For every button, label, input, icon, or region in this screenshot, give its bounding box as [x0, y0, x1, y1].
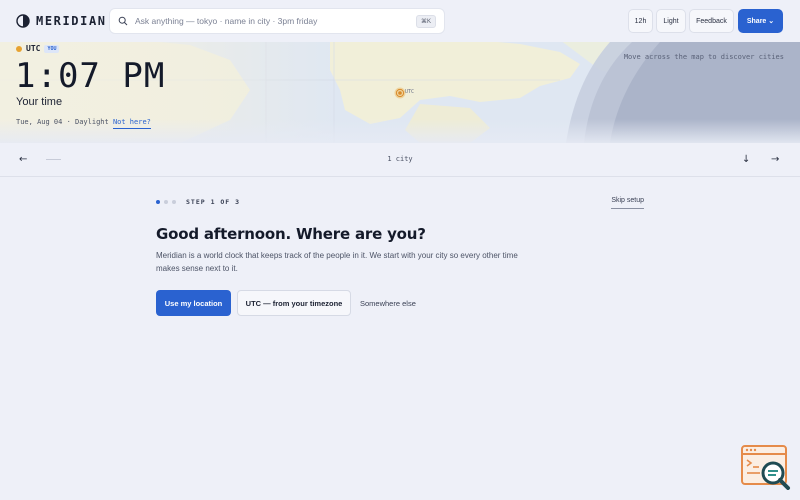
city-strip: ← 1 city ↓ → — [0, 143, 800, 177]
hour-format-button[interactable]: 12h — [628, 9, 653, 33]
use-my-location-button[interactable]: Use my location — [156, 290, 231, 316]
onboarding-actions: Use my location UTC — from your timezone… — [156, 290, 644, 316]
marker-label: UTC — [405, 89, 415, 95]
onboarding-heading: Good afternoon. Where are you? — [156, 225, 426, 243]
arrow-down-icon[interactable]: ↓ — [742, 154, 750, 165]
feedback-button[interactable]: Feedback — [689, 9, 734, 33]
somewhere-else-button[interactable]: Somewhere else — [357, 290, 419, 316]
date-line: Tue, Aug 04 · Daylight Not here? — [16, 118, 151, 129]
timezone-name: UTC — [26, 44, 41, 53]
browser-search-icon[interactable] — [740, 444, 792, 490]
onboarding-description: Meridian is a world clock that keeps tra… — [156, 251, 518, 273]
arrow-right-icon[interactable]: → — [771, 154, 779, 165]
step-indicator: STEP 1 OF 3 — [156, 196, 644, 208]
share-button[interactable]: Share ⌄ — [738, 9, 783, 33]
search-input[interactable] — [135, 16, 416, 26]
app-logo[interactable]: MERIDIAN — [16, 13, 107, 29]
use-utc-button[interactable]: UTC — from your timezone — [237, 290, 351, 316]
search-icon — [118, 16, 128, 26]
you-badge: YOU — [44, 44, 60, 53]
date-text: Tue, Aug 04 · Daylight — [16, 118, 109, 126]
step-dot-1 — [156, 200, 160, 204]
half-circle-icon — [16, 14, 30, 28]
map-hint: Move across the map to discover cities — [623, 53, 784, 61]
search-bar[interactable]: ⌘K — [109, 8, 445, 34]
top-bar: MERIDIAN ⌘K 12h Light Feedback Share ⌄ — [0, 0, 800, 42]
step-dot-3 — [172, 200, 176, 204]
not-here-link[interactable]: Not here? — [112, 118, 151, 129]
skip-setup-link[interactable]: Skip setup — [611, 197, 644, 209]
app-name: MERIDIAN — [36, 14, 107, 28]
onboarding-panel: STEP 1 OF 3 Skip setup Good afternoon. W… — [156, 196, 644, 316]
theme-toggle-button[interactable]: Light — [656, 9, 686, 33]
step-dot-2 — [164, 200, 168, 204]
search-shortcut-hint: ⌘K — [415, 14, 436, 28]
step-label: STEP 1 OF 3 — [186, 198, 241, 206]
time-subtitle: Your time — [16, 96, 63, 108]
sun-icon — [16, 45, 22, 52]
city-count: 1 city — [387, 155, 413, 163]
current-timezone-label: UTC YOU — [16, 44, 60, 53]
current-time: 1:07 PM — [15, 56, 166, 96]
